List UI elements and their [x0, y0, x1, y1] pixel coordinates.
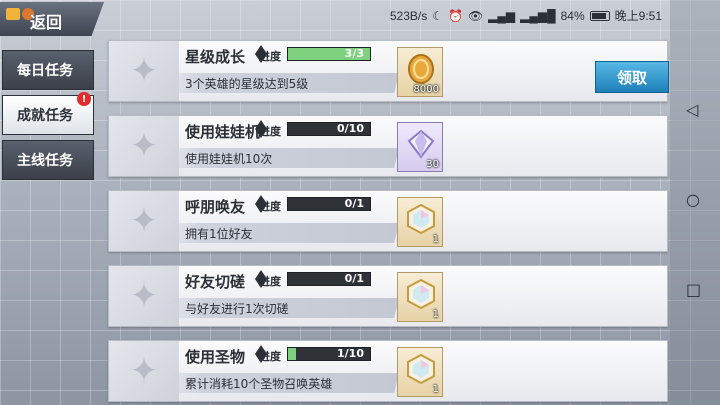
reward-slot[interactable]: 1	[397, 272, 443, 322]
task-card: ✦ 星级成长 进度 3/3 3个英雄的星级达到5级 8000 领取	[108, 40, 669, 102]
moon-icon: ☾	[432, 8, 443, 23]
reward-qty: 30	[426, 159, 439, 170]
tab-label: 成就任务	[17, 108, 73, 124]
task-title: 星级成长	[185, 48, 246, 66]
task-desc: 使用娃娃机10次	[185, 152, 273, 166]
task-desc: 3个英雄的星级达到5级	[185, 77, 309, 91]
signal-4g-icon: ▂▄▆█	[520, 8, 556, 23]
progress-label: 进度	[259, 50, 281, 63]
diamond-icon	[407, 129, 435, 159]
tab-achievement-tasks[interactable]: 成就任务 !	[2, 92, 94, 135]
tab-label: 每日任务	[17, 63, 73, 79]
system-nav-bar: ◁ ○ □	[670, 0, 720, 405]
progress-label: 进度	[259, 200, 281, 213]
progress-text: 0/10	[337, 122, 364, 135]
status-bar: 523B/s ☾ ⏰ 👁 ▂▄▆ ▂▄▆█ 84% 晚上9:51	[0, 0, 720, 30]
task-title: 使用娃娃机	[185, 123, 261, 141]
progress-bar: 3/3	[287, 47, 371, 61]
progress-text: 1/10	[337, 347, 364, 360]
claim-button[interactable]: 领取	[595, 61, 669, 93]
task-desc: 与好友进行1次切磋	[185, 302, 289, 316]
clock: 晚上9:51	[614, 9, 662, 23]
eye-icon: 👁	[467, 8, 484, 23]
rainbow-gem-icon	[407, 353, 435, 385]
signal-icon: ▂▄▆	[488, 8, 516, 23]
task-title: 好友切磋	[185, 273, 246, 291]
alarm-icon: ⏰	[447, 8, 463, 23]
progress-text: 0/1	[344, 272, 364, 285]
task-card: ✦ 使用圣物 进度 1/10 累计消耗10个圣物召唤英雄 1	[108, 340, 668, 402]
task-title: 呼朋唤友	[185, 198, 246, 216]
rainbow-gem-icon	[407, 203, 435, 235]
gold-coin-icon	[408, 54, 434, 84]
tab-label: 主线任务	[17, 153, 73, 169]
alert-badge: !	[77, 92, 91, 106]
reward-slot[interactable]: 1	[397, 347, 443, 397]
reward-slot[interactable]: 8000	[397, 47, 443, 97]
tab-main-tasks[interactable]: 主线任务	[2, 140, 94, 180]
reward-qty: 1	[432, 384, 439, 395]
progress-bar: 0/10	[287, 122, 371, 136]
back-triangle-icon[interactable]: ◁	[686, 100, 698, 119]
progress-bar: 1/10	[287, 347, 371, 361]
task-card: ✦ 呼朋唤友 进度 0/1 拥有1位好友 1	[108, 190, 668, 252]
back-label: 返回	[30, 13, 63, 32]
rainbow-gem-icon	[407, 278, 435, 310]
recents-square-icon[interactable]: □	[686, 280, 701, 299]
back-button[interactable]: 返回	[0, 2, 104, 36]
battery-icon	[589, 10, 610, 21]
tab-daily-tasks[interactable]: 每日任务	[2, 50, 94, 90]
home-circle-icon[interactable]: ○	[686, 190, 700, 209]
status-icons: 523B/s ☾ ⏰ 👁 ▂▄▆ ▂▄▆█ 84% 晚上9:51	[390, 7, 662, 24]
reward-qty: 1	[432, 309, 439, 320]
progress-fill	[288, 348, 297, 360]
progress-text: 0/1	[344, 197, 364, 210]
progress-bar: 0/1	[287, 272, 371, 286]
task-card: ✦ 好友切磋 进度 0/1 与好友进行1次切磋 1	[108, 265, 668, 327]
reward-qty: 8000	[413, 84, 439, 95]
progress-label: 进度	[259, 125, 281, 138]
task-desc: 累计消耗10个圣物召唤英雄	[185, 377, 333, 391]
task-title: 使用圣物	[185, 348, 246, 366]
reward-slot[interactable]: 1	[397, 197, 443, 247]
progress-label: 进度	[259, 275, 281, 288]
reward-slot[interactable]: 30	[397, 122, 443, 172]
battery-percent: 84%	[560, 8, 585, 23]
progress-label: 进度	[259, 350, 281, 363]
task-desc: 拥有1位好友	[185, 227, 253, 241]
net-speed: 523B/s	[389, 8, 428, 23]
progress-bar: 0/1	[287, 197, 371, 211]
app-notification-icon	[6, 8, 20, 20]
task-card: ✦ 使用娃娃机 进度 0/10 使用娃娃机10次 30	[108, 115, 668, 177]
reward-qty: 1	[432, 234, 439, 245]
progress-text: 3/3	[344, 47, 364, 60]
